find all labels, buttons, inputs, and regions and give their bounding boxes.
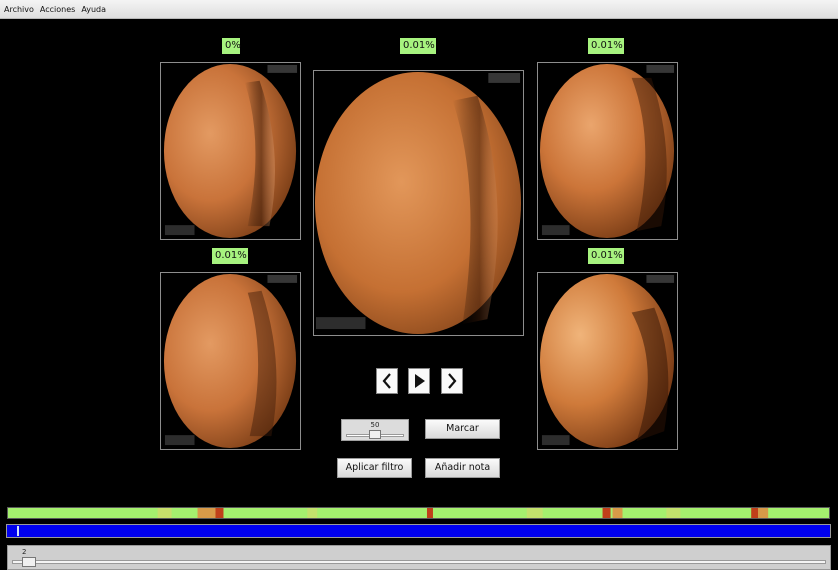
play-icon [415, 374, 425, 388]
endoscopy-image [314, 71, 522, 335]
frame-slider[interactable]: 2 [7, 545, 831, 570]
heat-strip-graphic [8, 508, 829, 518]
menu-bar: Archivo Acciones Ayuda [0, 0, 838, 19]
speed-slider-handle[interactable] [369, 430, 381, 439]
frame-slider-value: 2 [22, 548, 27, 556]
previous-button[interactable] [376, 368, 398, 394]
center-percent-label: 0.01% [400, 38, 436, 54]
endoscopy-image [163, 273, 298, 449]
apply-filter-button[interactable]: Aplicar filtro [337, 458, 412, 478]
bottom-left-percent-label: 0.01% [212, 248, 248, 264]
frame-bottom-right[interactable] [537, 272, 678, 450]
frame-center[interactable] [313, 70, 524, 336]
speed-slider[interactable]: 50 [341, 419, 409, 441]
menu-acciones[interactable]: Acciones [40, 5, 75, 14]
menu-archivo[interactable]: Archivo [4, 5, 34, 14]
chevron-left-icon [382, 373, 391, 389]
mark-button[interactable]: Marcar [425, 419, 500, 439]
frame-top-left[interactable] [160, 62, 301, 240]
video-progress-bar[interactable] [6, 524, 831, 538]
bottom-right-percent-label: 0.01% [588, 248, 624, 264]
frame-bottom-left[interactable] [160, 272, 301, 450]
next-button[interactable] [441, 368, 463, 394]
endoscopy-image [539, 63, 675, 239]
detection-heat-strip[interactable] [7, 507, 830, 519]
endoscopy-image [539, 273, 675, 449]
frame-slider-track[interactable] [12, 560, 826, 564]
add-note-button[interactable]: Añadir nota [425, 458, 500, 478]
play-button[interactable] [408, 368, 430, 394]
endoscopy-image [163, 63, 298, 239]
frame-top-right[interactable] [537, 62, 678, 240]
chevron-right-icon [448, 373, 457, 389]
menu-ayuda[interactable]: Ayuda [81, 5, 106, 14]
frame-slider-handle[interactable] [22, 557, 36, 567]
top-right-percent-label: 0.01% [588, 38, 624, 54]
progress-cursor [17, 526, 20, 536]
top-left-percent-label: 0% [222, 38, 241, 54]
speed-value: 50 [370, 421, 380, 429]
